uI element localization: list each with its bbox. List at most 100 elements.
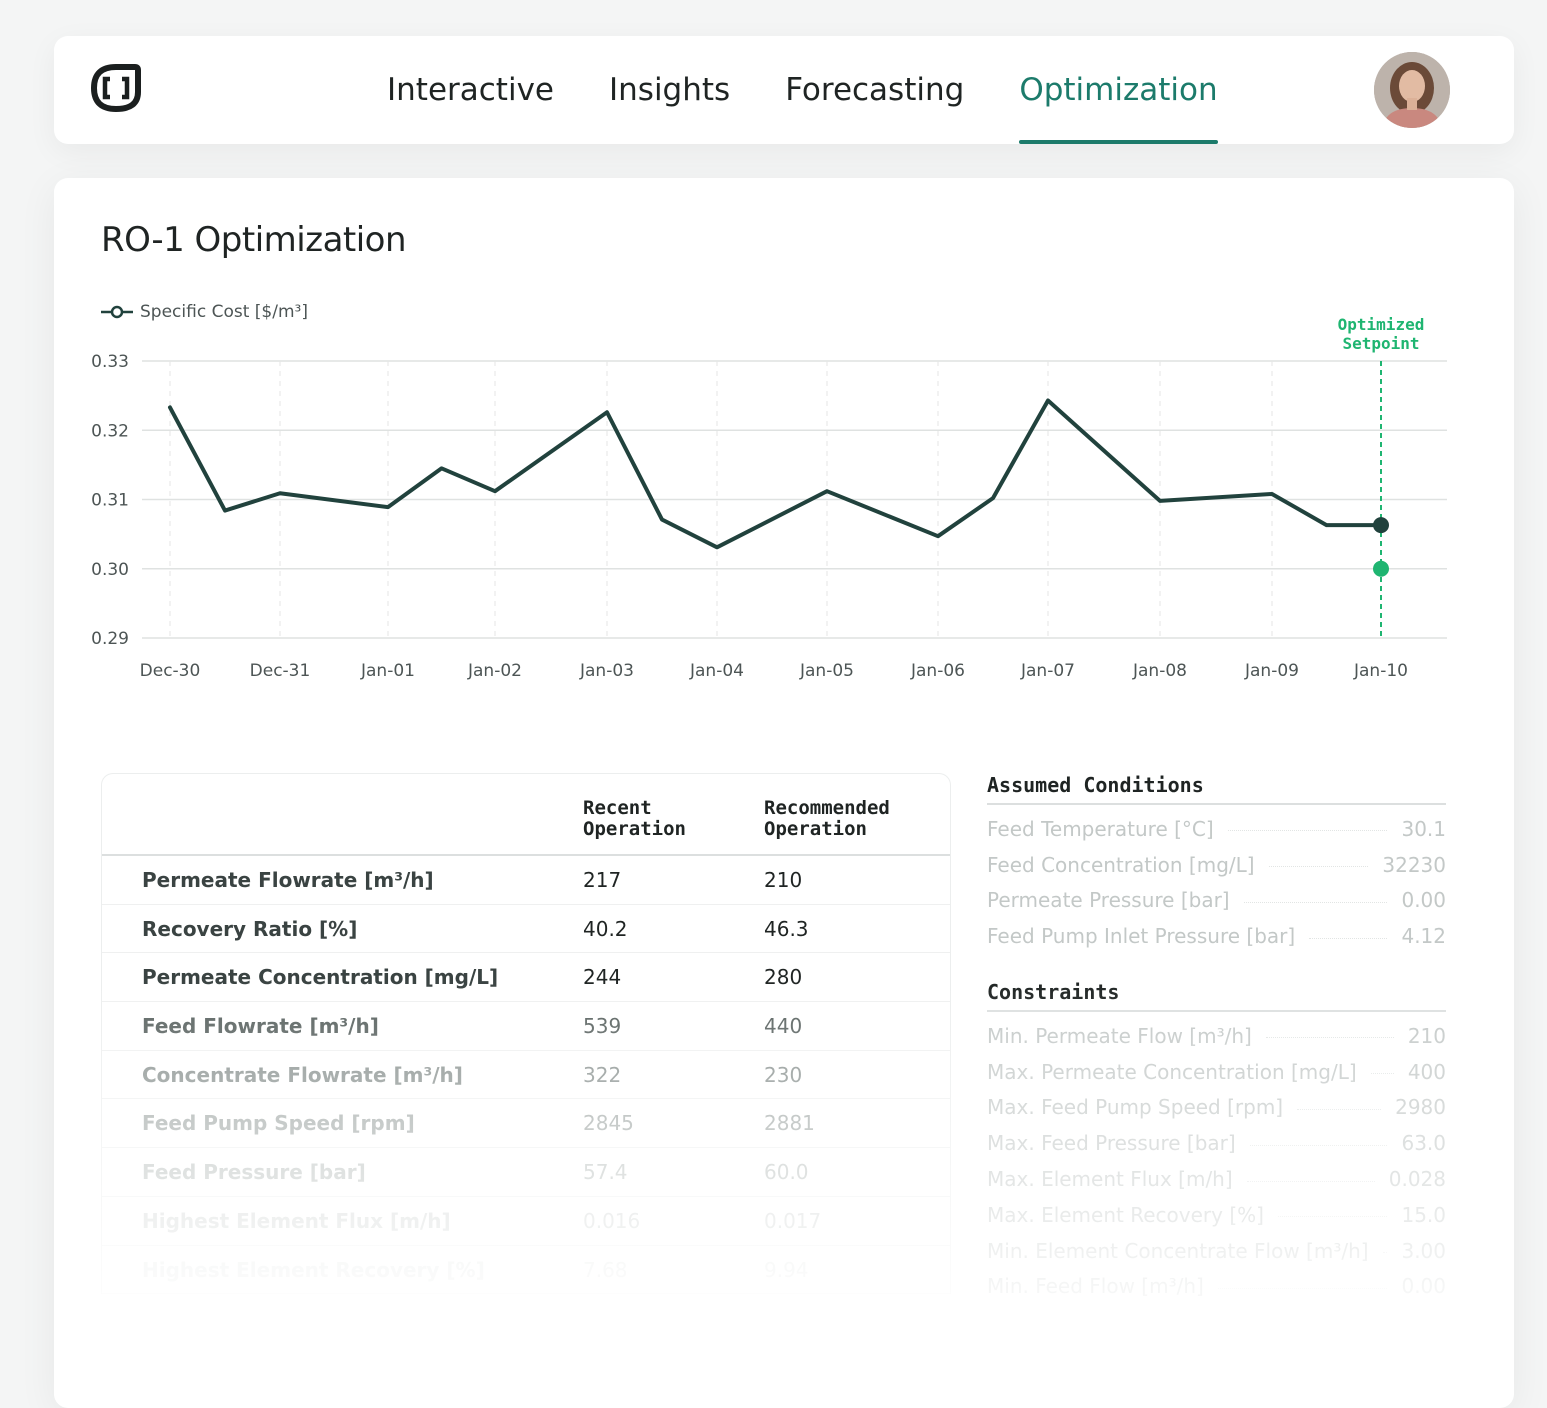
item-label: Feed Temperature [°C]	[987, 816, 1214, 841]
dotted-leader	[1249, 1144, 1388, 1146]
row-label: Permeate Flowrate [m³/h]	[142, 868, 434, 892]
avatar-portrait-icon	[1374, 52, 1450, 128]
y-tick-label: 0.31	[91, 491, 129, 511]
app-logo-icon[interactable]	[90, 62, 142, 114]
tab-forecasting[interactable]: Forecasting	[785, 36, 964, 144]
optimized-point	[1373, 560, 1389, 577]
x-tick-label: Jan-06	[910, 661, 965, 681]
item-value: 400	[1407, 1059, 1446, 1084]
assumed-item: Feed Concentration [mg/L] 32230	[987, 847, 1446, 883]
y-tick-label: 0.33	[91, 352, 129, 372]
row-label: Recovery Ratio [%]	[142, 916, 358, 941]
item-label: Feed Pump Inlet Pressure [bar]	[987, 924, 1296, 949]
recent-value: 2845	[583, 1111, 634, 1136]
recommended-value: 210	[764, 868, 803, 892]
x-tick-label: Jan-09	[1244, 661, 1299, 681]
recent-value: 40.2	[583, 916, 628, 941]
x-tick-label: Jan-02	[467, 661, 522, 681]
dotted-leader	[1246, 1180, 1375, 1182]
recent-value: 539	[583, 1014, 622, 1039]
table-row: Highest Element Flux [m/h] 0.016 0.017	[102, 1197, 950, 1246]
recent-value: 7.68	[583, 1257, 628, 1282]
dotted-leader	[1277, 1216, 1388, 1218]
item-label: Max. Feed Pressure [bar]	[987, 1131, 1236, 1156]
row-label: Permeate Concentration [mg/L]	[142, 965, 499, 990]
item-value: 4.12	[1401, 924, 1446, 949]
table-row: Feed Pump Speed [rpm] 2845 2881	[102, 1099, 950, 1149]
x-tick-label: Jan-04	[689, 661, 744, 681]
user-avatar[interactable]	[1374, 52, 1450, 128]
tab-insights[interactable]: Insights	[609, 36, 730, 144]
constraints-item: Max. Feed Pump Speed [rpm] 2980	[987, 1090, 1446, 1126]
table-row: Permeate Flowrate [m³/h] 217 210	[102, 856, 950, 905]
constraints-item: Max. Feed Pressure [bar] 63.0	[987, 1125, 1446, 1161]
x-tick-label: Jan-10	[1353, 661, 1408, 681]
specific-cost-chart: 0.33 0.32 0.31 0.30 0.29 Dec-30 Dec-31 Jan-01 Ja…	[91, 315, 1447, 681]
constraints-item: Max. Element Recovery [%] 15.0	[987, 1197, 1446, 1233]
x-tick-label: Dec-30	[140, 661, 201, 681]
recommended-value: 280	[764, 965, 803, 990]
constraints-item: Max. Permeate Concentration [mg/L] 400	[987, 1054, 1446, 1090]
tab-optimization[interactable]: Optimization	[1019, 36, 1218, 144]
y-tick-label: 0.29	[91, 629, 129, 649]
constraints-item: Min. Element Concentrate Flow [m³/h] 3.00	[987, 1233, 1446, 1269]
x-tick-label: Jan-05	[799, 661, 854, 681]
recommended-value: 2881	[764, 1111, 815, 1136]
x-tick-label: Jan-08	[1132, 661, 1187, 681]
assumed-item: Feed Temperature [°C] 30.1	[987, 811, 1446, 847]
row-label: Feed Pump Speed [rpm]	[142, 1111, 415, 1136]
annotation-label-line-2: Setpoint	[1342, 334, 1419, 353]
item-label: Min. Feed Flow [m³/h]	[987, 1274, 1204, 1299]
constraints-item: Max. Element Flux [m/h] 0.028	[987, 1161, 1446, 1197]
dotted-leader	[1227, 830, 1388, 832]
item-label: Max. Element Flux [m/h]	[987, 1167, 1233, 1192]
recommended-value: 9.94	[764, 1257, 809, 1282]
item-value: 15.0	[1401, 1202, 1446, 1227]
tab-interactive[interactable]: Interactive	[387, 36, 554, 144]
assumed-conditions-title: Assumed Conditions	[987, 773, 1446, 805]
row-label: Feed Pressure [bar]	[142, 1160, 366, 1185]
item-label: Min. Permeate Flow [m³/h]	[987, 1023, 1252, 1048]
x-tick-label: Jan-01	[360, 661, 415, 681]
constraints-item: Min. Permeate Flow [m³/h] 210	[987, 1018, 1446, 1054]
dotted-leader	[1382, 1252, 1388, 1254]
item-value: 0.028	[1388, 1167, 1446, 1192]
recent-value: 0.016	[583, 1208, 641, 1233]
x-tick-label: Jan-07	[1020, 661, 1075, 681]
table-row: Feed Pressure [bar] 57.4 60.0	[102, 1148, 950, 1197]
recommended-value: 46.3	[764, 916, 809, 941]
page-title: RO-1 Optimization	[101, 220, 407, 260]
y-tick-label: 0.30	[91, 560, 129, 580]
assumed-item: Permeate Pressure [bar] 0.00	[987, 883, 1446, 919]
dotted-leader	[1217, 1287, 1388, 1289]
row-label: Highest Element Flux [m/h]	[142, 1208, 451, 1233]
header-recommended-operation: Recommended Operation	[764, 797, 890, 840]
recommended-value: 440	[764, 1014, 803, 1039]
item-value: 3.00	[1401, 1238, 1446, 1263]
item-value: 63.0	[1401, 1131, 1446, 1156]
item-label: Max. Element Recovery [%]	[987, 1202, 1264, 1227]
table-row: Feed Flowrate [m³/h] 539 440	[102, 1002, 950, 1051]
constraints-panel: Constraints Min. Permeate Flow [m³/h] 210…	[987, 980, 1446, 1304]
specific-cost-line	[168, 398, 1383, 550]
item-value: 32230	[1382, 852, 1446, 877]
item-value: 30.1	[1401, 816, 1446, 841]
operations-table: Recent Operation Recommended Operation P…	[101, 773, 951, 1295]
table-row: Recovery Ratio [%] 40.2 46.3	[102, 905, 950, 954]
row-label: Concentrate Flowrate [m³/h]	[142, 1062, 463, 1087]
assumed-item: Feed Pump Inlet Pressure [bar] 4.12	[987, 918, 1446, 954]
recent-value: 322	[583, 1062, 622, 1087]
recent-value: 244	[583, 965, 622, 990]
item-value: 2980	[1395, 1095, 1446, 1120]
dotted-leader	[1265, 1037, 1394, 1039]
constraints-item: Min. Feed Flow [m³/h] 0.00	[987, 1269, 1446, 1305]
y-tick-label: 0.32	[91, 421, 129, 441]
annotation-label-line-1: Optimized	[1338, 315, 1425, 334]
item-label: Permeate Pressure [bar]	[987, 888, 1230, 913]
item-label: Max. Feed Pump Speed [rpm]	[987, 1095, 1284, 1120]
x-tick-label: Jan-03	[579, 661, 634, 681]
table-row: Permeate Concentration [mg/L] 244 280	[102, 953, 950, 1003]
item-value: 0.00	[1401, 888, 1446, 913]
current-point	[1373, 517, 1389, 534]
top-navbar: Interactive Insights Forecasting Optimiz…	[54, 36, 1514, 144]
